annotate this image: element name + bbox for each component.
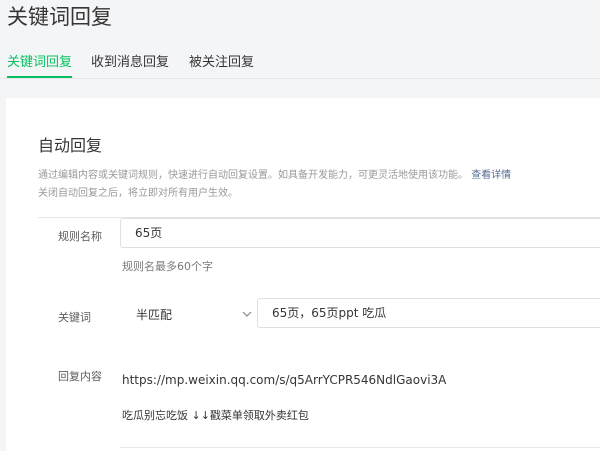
- description-line-2: 关闭自动回复之后，将立即对所有用户生效。: [38, 188, 238, 199]
- reply-content-label: 回复内容: [58, 370, 102, 383]
- keyword-label: 关键词: [58, 311, 91, 324]
- match-mode-select[interactable]: 半匹配: [120, 298, 256, 328]
- settings-card: 自动回复 通过编辑内容或关键词规则，快速进行自动回复设置。如具备开发能力，可更灵…: [6, 98, 600, 451]
- tab-message-reply[interactable]: 收到消息回复: [91, 52, 169, 77]
- tab-keyword-reply[interactable]: 关键词回复: [7, 52, 73, 78]
- rule-name-hint: 规则名最多60个字: [122, 260, 213, 273]
- reply-line-text: 吃瓜别忘吃饭 ↓↓戳菜单领取外卖红包: [122, 409, 309, 422]
- page-title: 关键词回复: [7, 5, 112, 29]
- tab-follow-reply[interactable]: 被关注回复: [189, 52, 254, 77]
- tab-bar: 关键词回复 收到消息回复 被关注回复: [0, 52, 600, 79]
- section-title: 自动回复: [38, 136, 103, 155]
- view-details-link[interactable]: 查看详情: [471, 170, 511, 181]
- rule-name-label: 规则名称: [58, 230, 102, 243]
- reply-content-editor[interactable]: https://mp.weixin.qq.com/s/q5ArrYCPR546N…: [120, 360, 600, 448]
- chevron-down-icon: [242, 311, 252, 317]
- match-mode-value: 半匹配: [136, 308, 173, 322]
- keyword-input[interactable]: 65页，65页ppt 吃瓜: [257, 298, 600, 328]
- reply-line-url: https://mp.weixin.qq.com/s/q5ArrYCPR546N…: [122, 373, 447, 387]
- description-line-1: 通过编辑内容或关键词规则，快速进行自动回复设置。如具备开发能力，可更灵活地使用该…: [38, 166, 511, 181]
- reply-editor-border: [120, 447, 600, 448]
- rule-name-input[interactable]: 65页: [120, 218, 600, 248]
- description-text: 通过编辑内容或关键词规则，快速进行自动回复设置。如具备开发能力，可更灵活地使用该…: [38, 170, 468, 181]
